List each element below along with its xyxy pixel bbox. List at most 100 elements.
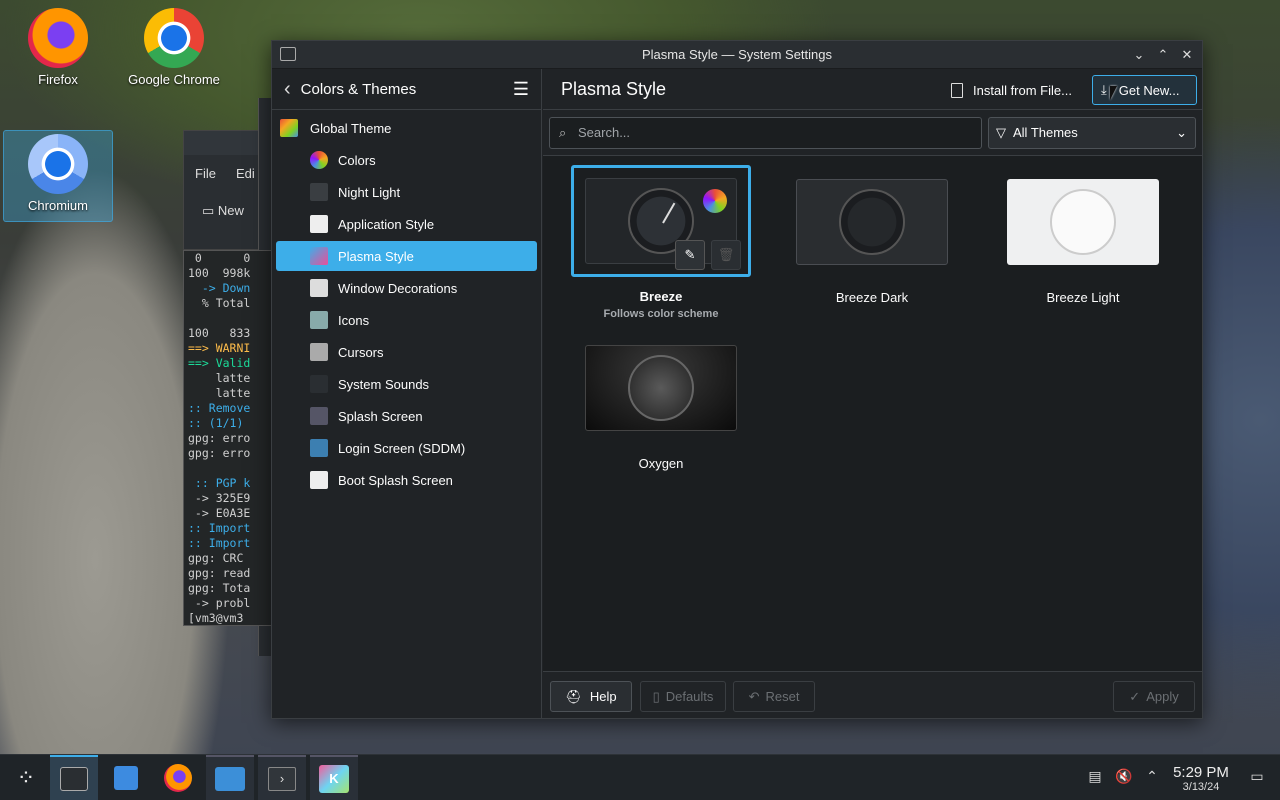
- terminal-line: [vm3@vm3: [188, 611, 244, 625]
- application-style-icon: [310, 215, 328, 233]
- sidebar-item-label: Login Screen (SDDM): [338, 440, 466, 456]
- login-screen-icon: [310, 439, 328, 457]
- hamburger-menu-icon[interactable]: ☰: [513, 79, 529, 100]
- terminal-line: gpg: erro: [188, 431, 251, 445]
- editor-new-button[interactable]: ▭ New: [202, 203, 244, 219]
- task-kvantum[interactable]: K: [310, 755, 358, 800]
- theme-card-breeze-dark[interactable]: Breeze Dark: [782, 179, 962, 305]
- editor-menu-edit[interactable]: Edi: [236, 166, 255, 181]
- maximize-button[interactable]: ⌃: [1154, 46, 1172, 64]
- back-arrow-icon[interactable]: ‹: [284, 78, 291, 101]
- new-document-icon: ▭: [202, 203, 215, 218]
- edit-theme-button[interactable]: ✎: [675, 240, 705, 270]
- sidebar-item-label: Application Style: [338, 216, 435, 232]
- system-settings-window[interactable]: Plasma Style — System Settings ⌄ ⌃ ✕ ‹ C…: [271, 40, 1203, 719]
- sidebar-item-label: Icons: [338, 312, 370, 328]
- desktop-icon-google-chrome[interactable]: Google Chrome: [119, 8, 229, 87]
- theme-filter-select[interactable]: ▽ All Themes ⌄: [988, 117, 1196, 149]
- install-file-icon: [951, 82, 963, 98]
- sidebar-item-colors[interactable]: Colors: [276, 145, 537, 175]
- terminal-line: 100 833: [188, 326, 251, 340]
- search-input[interactable]: ⌕ Search...: [549, 117, 982, 149]
- theme-name: Breeze Light: [1046, 290, 1120, 305]
- sidebar-item-boot-splash-screen[interactable]: Boot Splash Screen: [276, 465, 537, 495]
- chevron-down-icon: ⌄: [1176, 125, 1187, 140]
- chevron-up-icon[interactable]: ⌃: [1142, 768, 1162, 788]
- cursors-icon: [310, 343, 328, 361]
- desktop-icon-label: Google Chrome: [128, 72, 220, 87]
- system-settings-icon: [60, 767, 88, 791]
- sidebar-item-splash-screen[interactable]: Splash Screen: [276, 401, 537, 431]
- background-terminal[interactable]: 0 0 100 998k -> Down % Total 100 833 ==> WA…: [183, 250, 275, 626]
- terminal-line: ==> WARNI: [188, 341, 251, 355]
- close-button[interactable]: ✕: [1178, 46, 1196, 64]
- task-discover[interactable]: [103, 755, 149, 800]
- sidebar-item-global-theme[interactable]: Global Theme: [276, 113, 537, 143]
- global-theme-icon: [280, 119, 298, 137]
- volume-muted-icon[interactable]: 🔇: [1114, 768, 1134, 788]
- firefox-icon: [28, 8, 88, 68]
- desktop-icon-firefox[interactable]: Firefox: [3, 8, 113, 87]
- sidebar-header: ‹ Colors & Themes ☰: [272, 69, 541, 110]
- task-system-settings[interactable]: [50, 755, 98, 800]
- download-icon: ⤓: [1101, 82, 1107, 97]
- terminal-line: :: Remove: [188, 401, 251, 415]
- editor-menu-file[interactable]: File: [195, 166, 216, 181]
- filter-icon: ▽: [996, 125, 1006, 140]
- clock-date[interactable]: 3/13/24: [1168, 781, 1234, 793]
- sidebar-item-system-sounds[interactable]: System Sounds: [276, 369, 537, 399]
- theme-name: Oxygen: [638, 456, 684, 471]
- apply-button[interactable]: ✓ Apply: [1113, 681, 1195, 712]
- sidebar-item-plasma-style[interactable]: Plasma Style: [276, 241, 537, 271]
- footer-bar: ⛑ Help ▯ Defaults ↶ Reset ✓ Apply: [543, 671, 1202, 718]
- theme-card-breeze-light[interactable]: Breeze Light: [993, 179, 1173, 305]
- clipboard-icon[interactable]: ▤: [1085, 768, 1105, 788]
- task-file-manager[interactable]: [206, 755, 254, 800]
- chromium-icon: [28, 134, 88, 194]
- theme-name: Breeze: [639, 289, 683, 304]
- sidebar-item-login-screen-sddm[interactable]: Login Screen (SDDM): [276, 433, 537, 463]
- sidebar-item-cursors[interactable]: Cursors: [276, 337, 537, 367]
- taskbar: ⁘ › K ▤ 🔇 ⌃ 5:29 PM 3/13/24 ▭: [0, 754, 1280, 800]
- application-launcher[interactable]: ⁘: [3, 755, 49, 800]
- apply-label: Apply: [1146, 689, 1179, 704]
- delete-theme-button[interactable]: 🗑: [711, 240, 741, 270]
- desktop-icon-chromium[interactable]: Chromium: [3, 130, 113, 222]
- terminal-line: % Total: [188, 296, 251, 310]
- terminal-line: ==> Valid: [188, 356, 251, 370]
- sidebar-item-label: Splash Screen: [338, 408, 423, 424]
- theme-card-oxygen[interactable]: Oxygen: [571, 345, 751, 471]
- sidebar-item-label: Night Light: [338, 184, 401, 200]
- mouse-cursor-icon: [1110, 86, 1117, 100]
- task-firefox[interactable]: [155, 755, 201, 800]
- theme-preview: [585, 345, 737, 431]
- install-from-file-button[interactable]: Install from File...: [943, 75, 1080, 105]
- defaults-button[interactable]: ▯ Defaults: [640, 681, 726, 712]
- search-icon: ⌕: [559, 125, 567, 140]
- theme-card-breeze[interactable]: ✎ 🗑 Breeze Follows color scheme: [571, 165, 751, 320]
- colors-icon: [310, 151, 328, 169]
- get-new-button[interactable]: ⤓ Get New...: [1092, 75, 1197, 105]
- sidebar-item-application-style[interactable]: Application Style: [276, 209, 537, 239]
- install-label: Install from File...: [973, 82, 1072, 98]
- terminal-output: 0 0 100 998k -> Down % Total 100 833 ==> WA…: [184, 251, 274, 625]
- sidebar-item-window-decorations[interactable]: Window Decorations: [276, 273, 537, 303]
- clock-icon: [1050, 189, 1116, 255]
- window-titlebar[interactable]: Plasma Style — System Settings ⌄ ⌃ ✕: [272, 41, 1202, 69]
- main-content: Plasma Style Install from File... ⤓ Get …: [543, 69, 1202, 718]
- sidebar-item-night-light[interactable]: Night Light: [276, 177, 537, 207]
- task-terminal[interactable]: ›: [258, 755, 306, 800]
- clock-time[interactable]: 5:29 PM: [1168, 764, 1234, 781]
- terminal-line: latte: [188, 386, 251, 400]
- help-button[interactable]: ⛑ Help: [550, 681, 632, 712]
- terminal-line: 100 998k: [188, 266, 251, 280]
- minimize-button[interactable]: ⌄: [1130, 46, 1148, 64]
- sidebar-item-label: Plasma Style: [338, 248, 414, 264]
- show-desktop-icon[interactable]: ▭: [1247, 768, 1267, 788]
- sidebar-item-icons[interactable]: Icons: [276, 305, 537, 335]
- splash-screen-icon: [310, 407, 328, 425]
- reset-button[interactable]: ↶ Reset: [733, 681, 815, 712]
- defaults-label: Defaults: [665, 689, 714, 704]
- window-decorations-icon: [310, 279, 328, 297]
